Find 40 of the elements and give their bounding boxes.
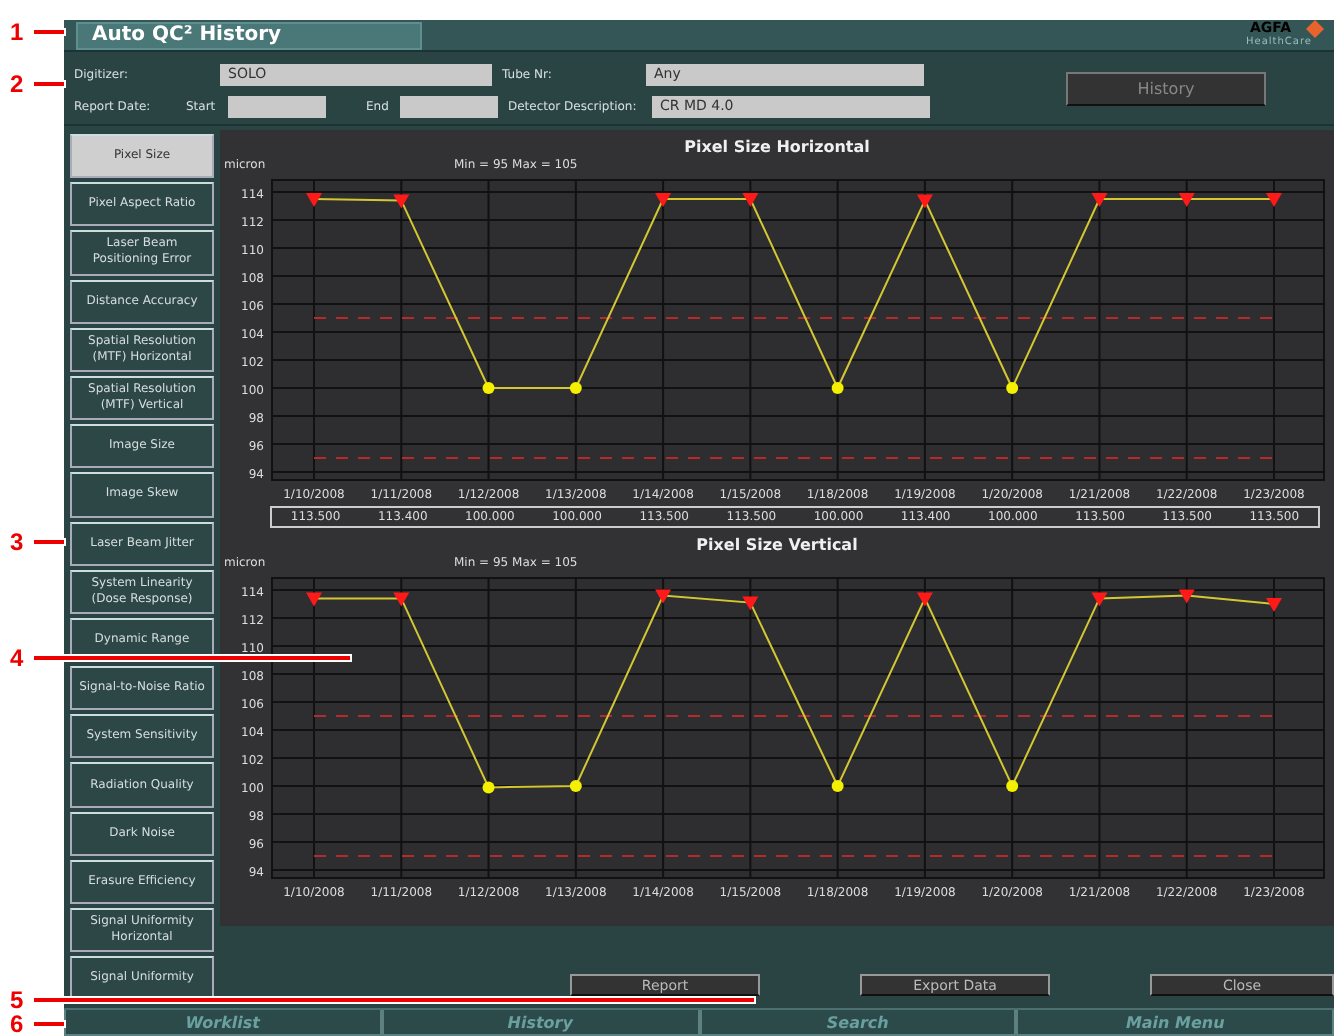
leader-line (34, 30, 64, 33)
out-of-range-marker (393, 194, 410, 209)
diamond-icon (1306, 20, 1324, 38)
out-of-range-marker (742, 596, 759, 611)
chart-title: Pixel Size Horizontal (682, 138, 872, 158)
callout-number: 6 (10, 1010, 24, 1036)
out-of-range-marker (1091, 592, 1108, 607)
out-of-range-marker (1266, 193, 1282, 207)
leader-line (34, 540, 64, 543)
callout-number: 3 (10, 528, 24, 556)
chart-title: Pixel Size Vertical (694, 536, 860, 556)
callout-number: 1 (10, 18, 24, 46)
out-of-range-marker (655, 193, 672, 207)
out-of-range-marker (655, 589, 672, 604)
end-date-field[interactable] (400, 95, 498, 117)
callout-number: 4 (10, 644, 24, 672)
data-point (831, 382, 844, 394)
out-of-range-marker (916, 592, 933, 607)
out-of-range-marker (306, 193, 322, 207)
data-point (482, 781, 495, 794)
out-of-range-marker (1091, 193, 1108, 207)
leader-line (34, 1022, 64, 1025)
out-of-range-marker (393, 592, 410, 607)
data-point (569, 382, 582, 394)
data-point (1006, 780, 1019, 792)
start-date-field[interactable] (228, 95, 326, 117)
callout-number: 5 (10, 986, 24, 1014)
window-title: Auto QC² History (76, 21, 422, 49)
data-point (569, 780, 582, 792)
out-of-range-marker (1266, 598, 1282, 612)
out-of-range-marker (916, 194, 933, 209)
leader-line (34, 82, 64, 85)
data-point (831, 780, 844, 792)
data-point (482, 382, 495, 394)
out-of-range-marker (306, 592, 322, 607)
out-of-range-marker (742, 193, 759, 207)
out-of-range-marker (1178, 589, 1195, 604)
callout-number: 2 (10, 70, 24, 98)
data-point (1006, 382, 1019, 394)
out-of-range-marker (1178, 193, 1195, 207)
